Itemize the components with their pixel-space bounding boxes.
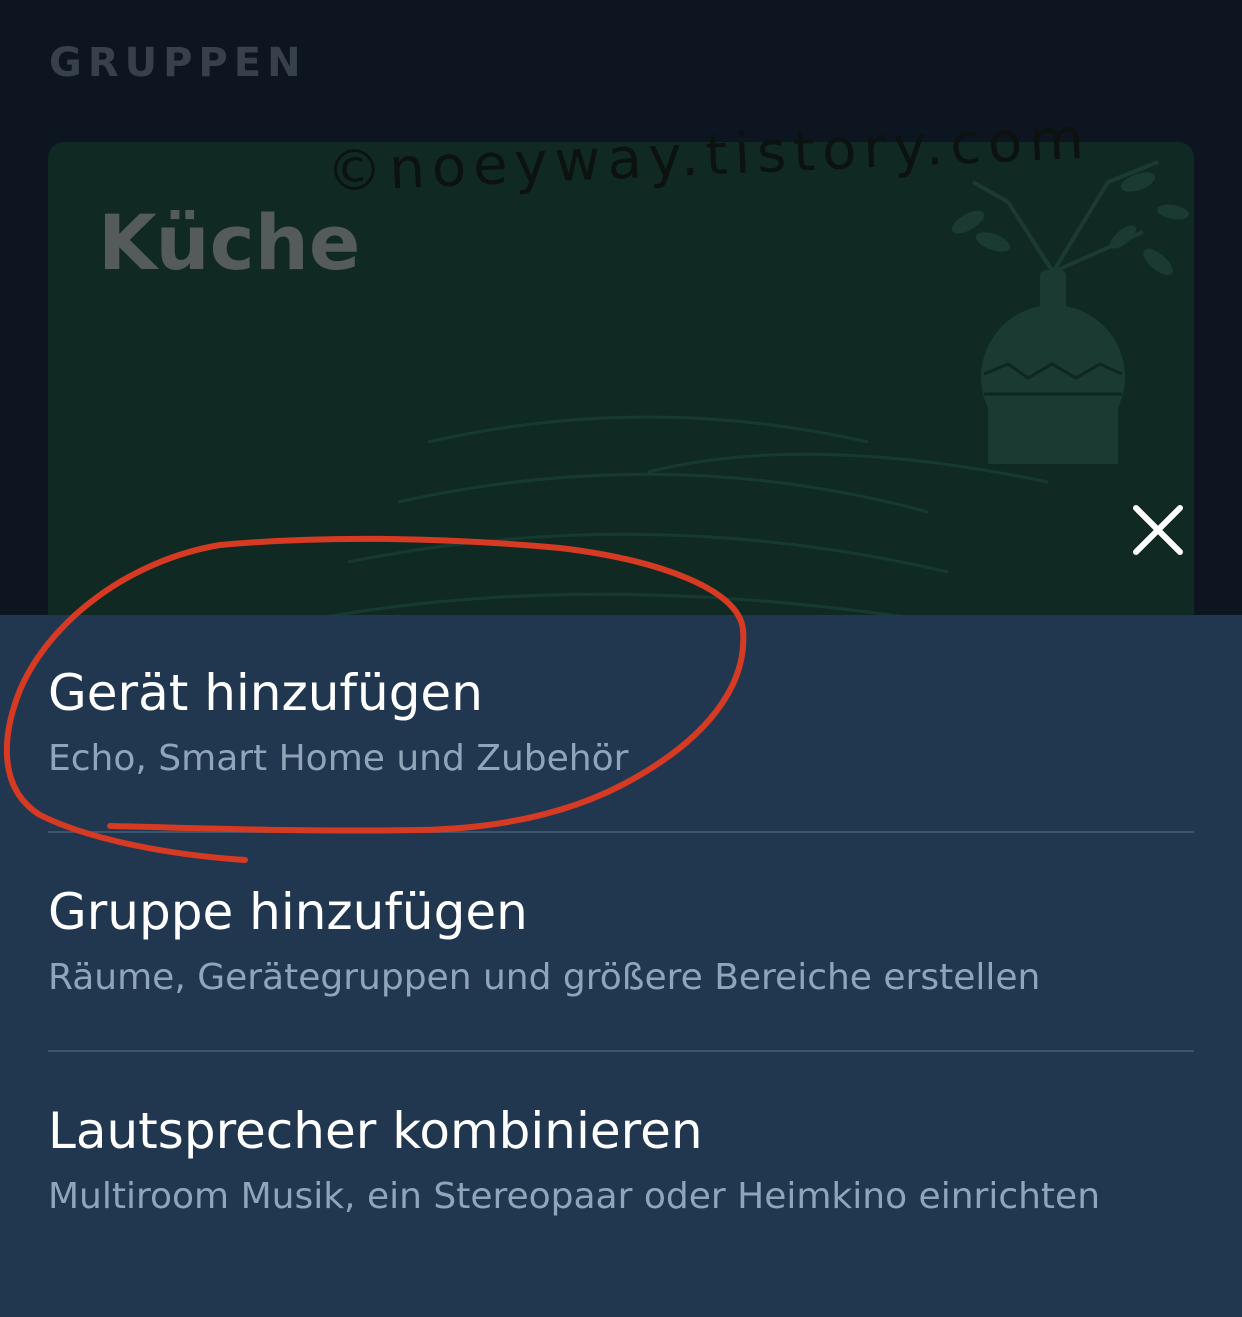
divider — [48, 831, 1194, 833]
add-device-subtitle: Echo, Smart Home und Zubehör — [48, 738, 629, 779]
add-device-option[interactable]: Gerät hinzufügen Echo, Smart Home und Zu… — [48, 663, 1194, 781]
add-device-title: Gerät hinzufügen — [48, 664, 483, 722]
section-title: GRUPPEN — [49, 40, 307, 86]
combine-speakers-option[interactable]: Lautsprecher kombinieren Multiroom Musik… — [48, 1101, 1194, 1219]
divider — [48, 1050, 1194, 1052]
combine-speakers-title: Lautsprecher kombinieren — [48, 1102, 703, 1160]
action-sheet: Gerät hinzufügen Echo, Smart Home und Zu… — [0, 615, 1242, 1317]
add-group-title: Gruppe hinzufügen — [48, 883, 528, 941]
close-button[interactable] — [1128, 500, 1188, 560]
add-group-subtitle: Räume, Gerätegruppen und größere Bereich… — [48, 957, 1041, 998]
add-group-option[interactable]: Gruppe hinzufügen Räume, Gerätegruppen u… — [48, 882, 1194, 1000]
close-icon — [1133, 505, 1183, 555]
group-card-title: Küche — [98, 198, 361, 287]
group-card-kueche[interactable]: Küche — [48, 142, 1194, 662]
combine-speakers-subtitle: Multiroom Musik, ein Stereopaar oder Hei… — [48, 1176, 1101, 1217]
